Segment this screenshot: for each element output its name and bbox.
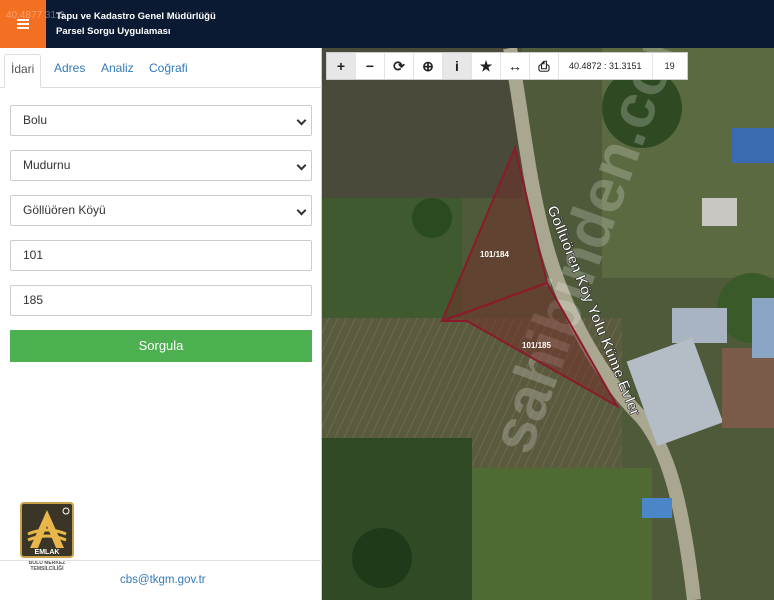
ilce-select[interactable]: Mudurnu: [10, 150, 312, 181]
svg-text:EMLAK: EMLAK: [35, 549, 60, 556]
refresh-icon[interactable]: ⟳: [385, 53, 414, 79]
zoom-in-icon[interactable]: +: [327, 53, 356, 79]
map-toolbar: + − ⟳ ⊕ i ★ ↔ ⎙ 40.4872 : 31.3151 19: [326, 52, 688, 80]
tab-bar: İdari Adres Analiz Coğrafi: [0, 48, 322, 88]
il-select[interactable]: Bolu: [10, 105, 312, 136]
app-title-line1: Tapu ve Kadastro Genel Müdürlüğü: [56, 11, 216, 22]
sidebar: İdari Adres Analiz Coğrafi Bolu Mudurnu …: [0, 48, 322, 600]
ghost-coordinate-text: 40.4877 31.3: [6, 10, 65, 21]
chevron-down-icon: [296, 205, 307, 216]
parsel-input-value: 185: [23, 293, 44, 307]
contact-email-link[interactable]: cbs@tkgm.gov.tr: [120, 574, 206, 586]
parcel-label: 101/184: [480, 250, 509, 259]
zoom-out-icon[interactable]: −: [356, 53, 385, 79]
zoom-level-readout: 19: [664, 61, 675, 71]
chevron-down-icon: [296, 160, 307, 171]
locate-icon[interactable]: ⊕: [414, 53, 443, 79]
mahalle-select-value: Göllüören Köyü: [23, 203, 106, 217]
satellite-map[interactable]: sahibinden.com 101/184 101/185 Göllüören…: [322, 48, 774, 600]
tab-cografi[interactable]: Coğrafi: [143, 54, 194, 88]
app-title-line2: Parsel Sorgu Uygulaması: [56, 26, 171, 37]
mahalle-select[interactable]: Göllüören Köyü: [10, 195, 312, 226]
map-view[interactable]: sahibinden.com 101/184 101/185 Göllüören…: [322, 48, 774, 600]
parcel-label: 101/185: [522, 341, 551, 350]
info-icon[interactable]: i: [443, 53, 472, 79]
ada-input[interactable]: 101: [10, 240, 312, 271]
tab-idari[interactable]: İdari: [4, 54, 42, 88]
top-bar: 40.4877 31.3 Tapu ve Kadastro Genel Müdü…: [0, 0, 774, 48]
tab-analiz[interactable]: Analiz: [95, 54, 140, 88]
footer: cbs@tkgm.gov.tr: [0, 560, 322, 600]
il-select-value: Bolu: [23, 113, 48, 127]
sorgula-button[interactable]: Sorgula: [10, 330, 312, 362]
ada-input-value: 101: [23, 248, 44, 262]
ilce-select-value: Mudurnu: [23, 158, 71, 172]
parsel-input[interactable]: 185: [10, 285, 312, 316]
measure-icon[interactable]: ↔: [501, 53, 530, 79]
print-icon[interactable]: ⎙: [530, 53, 559, 79]
chevron-down-icon: [296, 115, 307, 126]
coordinate-readout: 40.4872 : 31.3151: [559, 53, 653, 79]
star-icon[interactable]: ★: [472, 53, 501, 79]
app-title: Tapu ve Kadastro Genel Müdürlüğü Parsel …: [56, 9, 216, 39]
menu-button[interactable]: [0, 0, 46, 48]
tab-adres[interactable]: Adres: [48, 54, 91, 88]
